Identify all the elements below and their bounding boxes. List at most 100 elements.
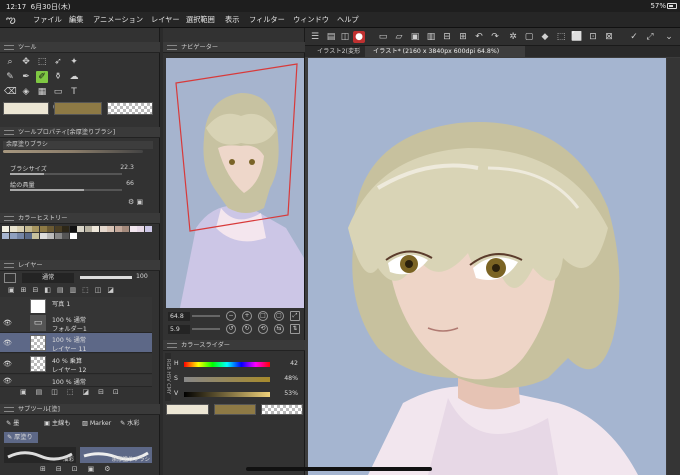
history-swatch[interactable] [9, 226, 17, 232]
flip-vertical-icon[interactable]: ⇅ [290, 324, 300, 334]
layer-row[interactable]: 👁 40 % 乗算 レイヤー 12 [0, 354, 152, 374]
eraser-icon[interactable]: ⌫ [4, 86, 17, 98]
redo-icon[interactable]: ↷ [489, 31, 501, 43]
history-swatch[interactable] [47, 233, 54, 239]
menu-layer[interactable]: レイヤー [151, 15, 180, 25]
layer-row[interactable]: 👁 ▭ 100 % 通常 フォルダー1 [0, 313, 152, 333]
check-icon[interactable]: ✓ [628, 31, 640, 43]
paint-amount-row[interactable]: 絵の具量 66 [10, 180, 140, 191]
value-slider[interactable] [184, 392, 270, 397]
menu-view[interactable]: 表示 [225, 15, 239, 25]
history-swatch[interactable] [129, 226, 137, 232]
fill-icon[interactable]: ◆ [539, 31, 551, 43]
history-swatch[interactable] [24, 226, 32, 232]
subtool-thick-paint[interactable]: ✎ 厚塗り [4, 432, 38, 443]
invert-icon[interactable]: ⊠ [603, 31, 615, 43]
eyedropper-icon[interactable]: ✎ [4, 71, 16, 83]
history-swatch[interactable] [39, 233, 47, 239]
grip-icon[interactable] [167, 343, 177, 348]
zoom-out-icon[interactable]: − [226, 311, 236, 321]
expand-icon[interactable]: ⤢ [644, 31, 656, 43]
history-swatch[interactable] [32, 233, 39, 239]
history-swatch[interactable] [39, 226, 47, 232]
main-color-swatch[interactable] [166, 404, 209, 415]
magic-wand-icon[interactable]: ✦ [68, 56, 80, 68]
color-mode-tabs[interactable]: RGB HSV CMY [165, 353, 171, 401]
menu-animation[interactable]: アニメーション [93, 15, 143, 25]
history-swatch[interactable] [54, 233, 62, 239]
print-icon[interactable]: ⊞ [457, 31, 469, 43]
menu-help[interactable]: ヘルプ [337, 15, 359, 25]
eye-icon[interactable]: 👁 [3, 377, 12, 385]
menu-file[interactable]: ファイル [33, 15, 62, 25]
history-swatch[interactable] [54, 226, 62, 232]
saturation-slider[interactable] [184, 377, 270, 382]
grip-icon[interactable] [4, 130, 14, 135]
rotate-right-icon[interactable]: ↻ [242, 324, 252, 334]
saturation-slider-row[interactable]: S 48% [172, 374, 302, 385]
navigator-preview[interactable] [166, 58, 304, 308]
figure-tool-icon[interactable]: ▭ [52, 86, 64, 98]
history-swatch[interactable] [2, 233, 9, 239]
brush-preset-2[interactable]: 余厚塗りブラシ [80, 447, 152, 463]
sub-color-swatch[interactable] [214, 404, 256, 415]
airbrush-icon[interactable]: ⚱ [52, 71, 64, 83]
history-swatch[interactable] [9, 233, 17, 239]
history-swatch[interactable] [17, 226, 24, 232]
text-tool-icon[interactable]: T [68, 86, 80, 98]
new-canvas-icon[interactable]: ▭ [377, 31, 389, 43]
menu-selection[interactable]: 選択範囲 [186, 15, 215, 25]
value-slider-row[interactable]: V 53% [172, 389, 302, 400]
open-folder-icon[interactable]: ▱ [393, 31, 405, 43]
grip-icon[interactable] [4, 216, 14, 221]
fit-icon[interactable]: □ [258, 311, 268, 321]
layer-tools-row[interactable]: ▣⊞⊟◧▤▥⬚◫◪ [0, 286, 152, 296]
grip-icon[interactable] [4, 45, 14, 50]
gradient-icon[interactable]: ▦ [36, 86, 48, 98]
chevron-down-icon[interactable]: ⌄ [663, 31, 675, 43]
actual-size-icon[interactable]: ▢ [274, 311, 284, 321]
history-swatch[interactable] [62, 226, 69, 232]
export-icon[interactable]: ▥ [425, 31, 437, 43]
hamburger-icon[interactable]: ☰ [309, 31, 321, 43]
subtool-watercolor[interactable]: ✎ 水彩 [120, 418, 140, 429]
hue-slider-row[interactable]: H 42 [172, 359, 302, 370]
opacity-slider[interactable] [80, 276, 132, 279]
menu-window[interactable]: ウィンドウ [293, 15, 329, 25]
history-swatch[interactable] [2, 226, 9, 232]
canvas-tab-active[interactable]: イラスト* (2160 x 3840px 600dpi 64.8%) [365, 46, 525, 57]
brush-size-slider[interactable] [10, 173, 122, 175]
app-logo-icon[interactable]: ఌ [6, 13, 16, 29]
eye-icon[interactable]: 👁 [3, 319, 12, 327]
transform-icon[interactable]: ⬚ [555, 31, 567, 43]
history-swatch[interactable] [69, 233, 77, 239]
zoom-in-icon[interactable]: + [242, 311, 252, 321]
layer-row[interactable]: 👁 100 % 通常 [0, 375, 152, 387]
lasso-tool-icon[interactable]: ➶ [52, 56, 64, 68]
record-icon[interactable]: ● [353, 31, 365, 43]
history-swatch[interactable] [99, 226, 107, 232]
history-swatch[interactable] [84, 226, 92, 232]
select-tool-icon[interactable]: ⬚ [36, 56, 48, 68]
grip-icon[interactable] [4, 263, 14, 268]
layer-option-icon[interactable] [4, 273, 16, 283]
paint-amount-slider[interactable] [10, 189, 122, 191]
history-swatch[interactable] [114, 226, 122, 232]
layer-bottom-tools[interactable]: ▣▤◫⬚◪⊟⊡ [0, 388, 152, 398]
menu-edit[interactable]: 編集 [69, 15, 83, 25]
zoom-slider[interactable] [192, 315, 220, 317]
import-icon[interactable]: ⊟ [441, 31, 453, 43]
blend-mode-select[interactable]: 通常 [22, 273, 74, 283]
blend-tool-icon[interactable]: ☁ [68, 71, 80, 83]
menu-filter[interactable]: フィルター [249, 15, 285, 25]
canvas-tab-1[interactable]: イラスト2(変形 [309, 46, 365, 57]
clear-icon[interactable]: ▢ [523, 31, 535, 43]
pen-tool-icon[interactable]: ✒ [20, 71, 32, 83]
reset-rotation-icon[interactable]: ⟲ [258, 324, 268, 334]
settings-icon[interactable]: ✲ [507, 31, 519, 43]
subtool-bottom-tools[interactable]: ⊞⊟⊡▣⚙ [40, 465, 150, 473]
right-scroll-strip[interactable] [667, 58, 680, 475]
canvas-artwork[interactable] [308, 58, 666, 475]
layers-icon[interactable]: ◫ [339, 31, 351, 43]
history-swatch[interactable] [107, 226, 114, 232]
